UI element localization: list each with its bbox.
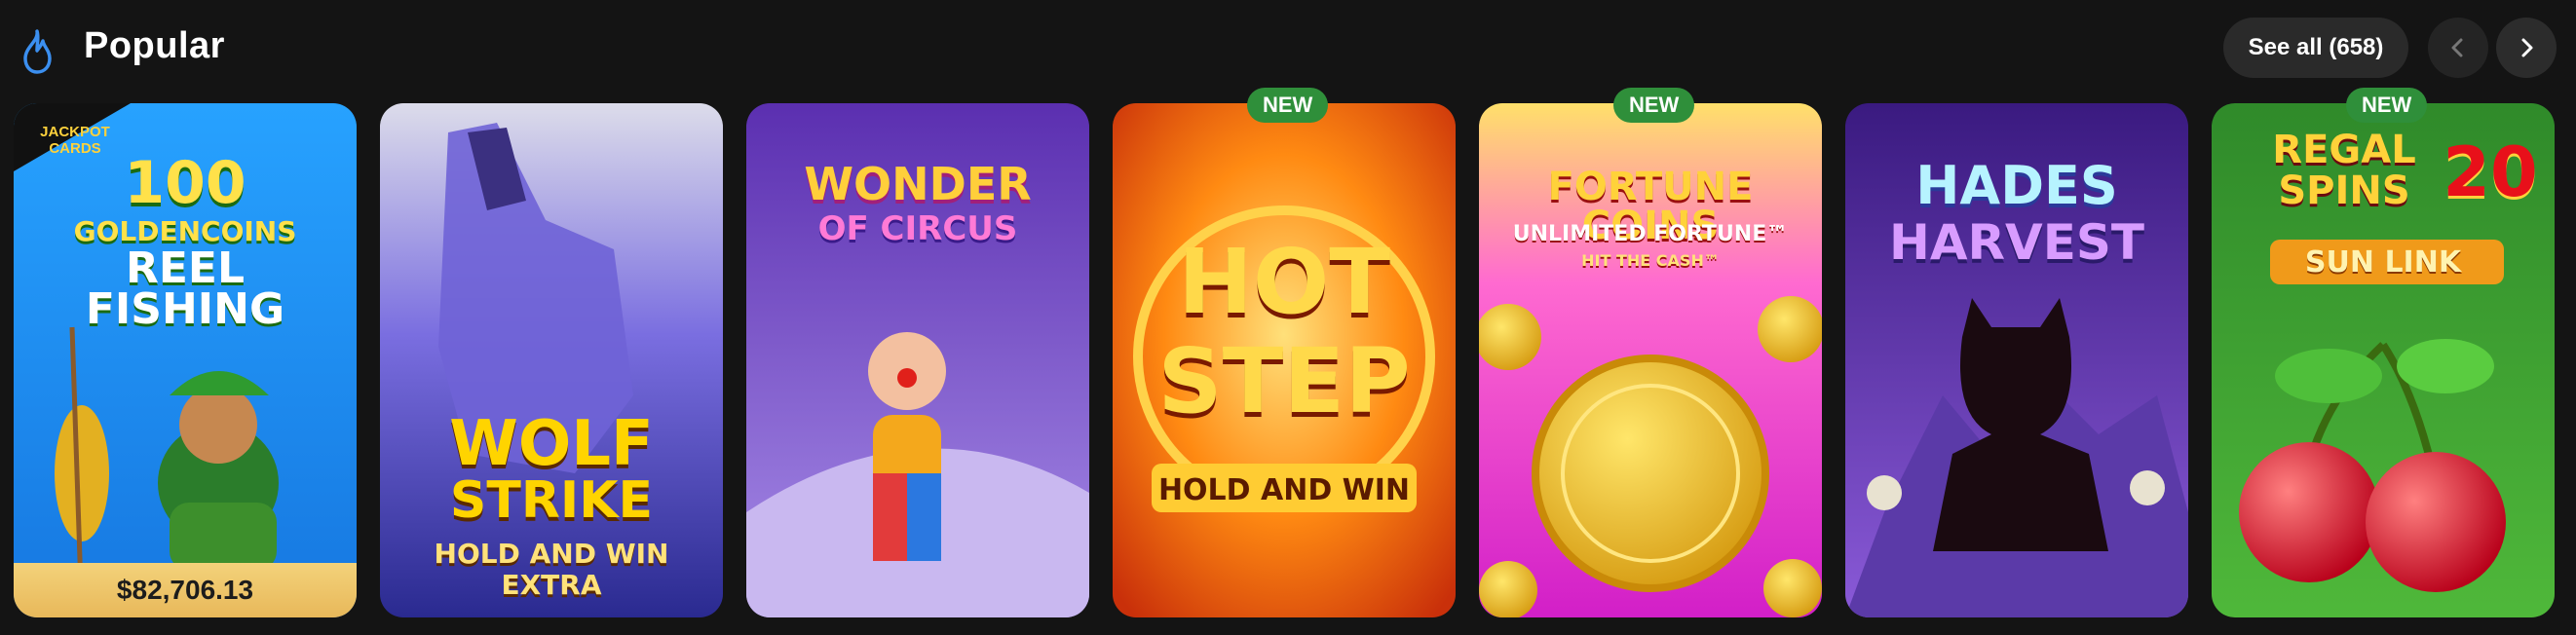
flame-icon	[23, 29, 52, 74]
game-subtitle: UNLIMITED FORTUNE™	[1512, 222, 1789, 246]
game-card-reel-fishing[interactable]: JACKPOT CARDS 100 GOLDENCOINS REEL FISHI…	[14, 103, 357, 617]
game-subtitle: HOLD AND WIN	[1157, 473, 1411, 507]
next-button[interactable]	[2496, 18, 2557, 78]
game-title-line: HOT	[1178, 230, 1390, 334]
new-badge: NEW	[2346, 88, 2428, 123]
game-subtitle: SUN LINK	[2304, 245, 2462, 280]
game-title-line: GOLDENCOINS	[73, 215, 297, 247]
game-title-line: HARVEST	[1888, 214, 2144, 271]
game-title-line: 100	[124, 149, 246, 217]
chevron-left-icon	[2451, 38, 2463, 57]
game-card-wolf-strike[interactable]: WOLF STRIKE HOLD AND WIN EXTRA	[380, 103, 723, 617]
prev-button[interactable]	[2428, 18, 2488, 78]
game-title-number: 20	[2443, 132, 2538, 212]
game-card-fortune-coins[interactable]: FORTUNE COINS UNLIMITED FORTUNE™ HIT THE…	[1479, 103, 1822, 617]
section-title: Popular	[84, 25, 225, 66]
game-title-line: OF CIRCUS	[817, 209, 1018, 248]
game-card-wonder-of-circus[interactable]: WONDER OF CIRCUS	[746, 103, 1089, 617]
section-header: Popular See all (658)	[0, 0, 2576, 97]
jackpot-amount: $82,706.13	[14, 563, 357, 617]
chevron-right-icon	[2521, 38, 2533, 57]
game-title-line: WONDER	[804, 158, 1032, 210]
new-badge: NEW	[1613, 88, 1695, 123]
game-title-line: HADES	[1915, 155, 2118, 216]
game-card-hot-step[interactable]: HOT STEP HOLD AND WIN	[1113, 103, 1456, 617]
game-title-line: FISHING	[85, 284, 285, 334]
game-subtitle: EXTRA	[501, 569, 602, 601]
game-card-regal-spins-20[interactable]: REGAL SPINS 20 SUN LINK	[2212, 103, 2555, 617]
game-title-line: WOLF	[449, 408, 654, 480]
game-title-line: STRIKE	[449, 471, 654, 530]
game-card-hades-harvest[interactable]: HADES HARVEST	[1845, 103, 2188, 617]
corner-badge: JACKPOT CARDS	[40, 124, 110, 157]
game-carousel: JACKPOT CARDS 100 GOLDENCOINS REEL FISHI…	[14, 88, 2562, 619]
new-badge: NEW	[1247, 88, 1329, 123]
game-title-line: STEP	[1157, 329, 1411, 433]
see-all-button[interactable]: See all (658)	[2223, 18, 2408, 78]
game-subtitle: HOLD AND WIN	[434, 538, 669, 570]
game-subtitle: HIT THE CASH™	[1581, 251, 1720, 270]
